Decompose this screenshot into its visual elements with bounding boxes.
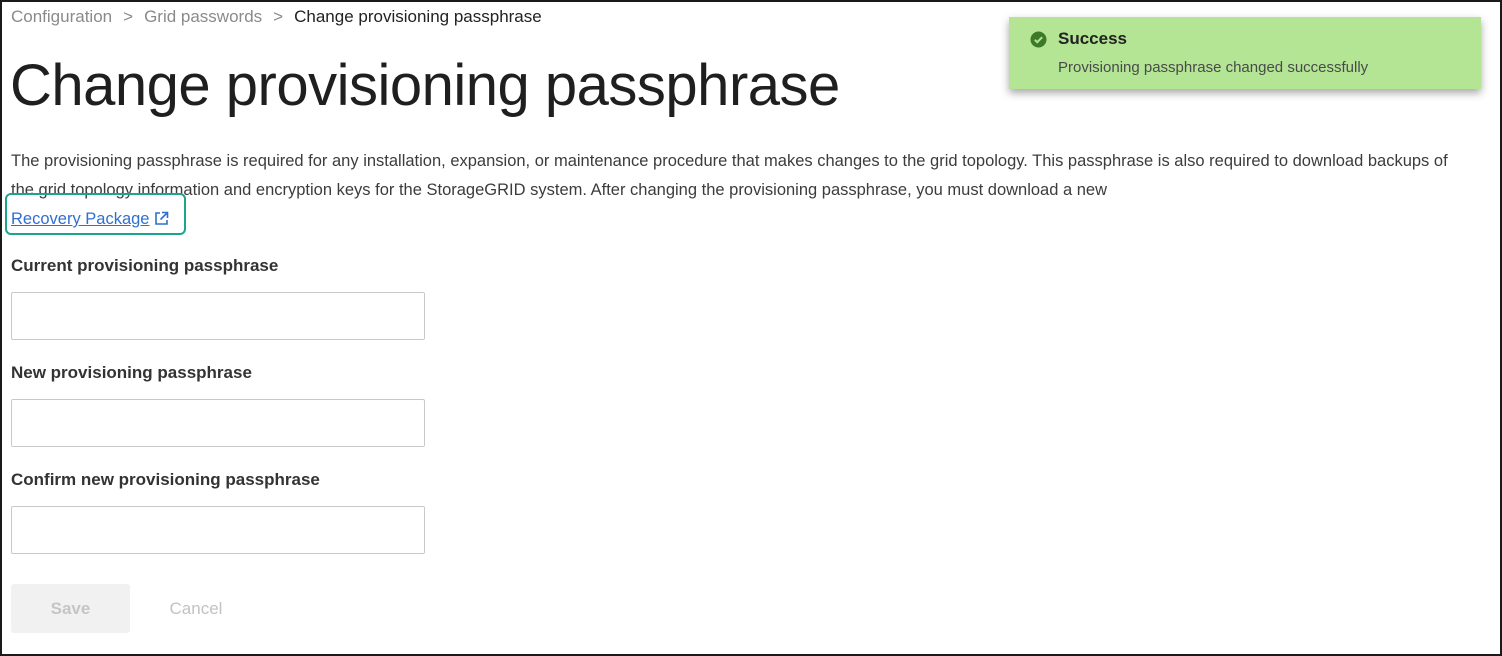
breadcrumb-separator: > — [273, 7, 284, 26]
page-title: Change provisioning passphrase — [10, 53, 840, 118]
confirm-passphrase-input[interactable] — [11, 506, 425, 554]
new-passphrase-input[interactable] — [11, 399, 425, 447]
breadcrumb-item-configuration[interactable]: Configuration — [11, 7, 112, 26]
save-button[interactable]: Save — [11, 584, 130, 633]
confirm-passphrase-label: Confirm new provisioning passphrase — [11, 470, 320, 489]
breadcrumb-current: Change provisioning passphrase — [294, 7, 542, 26]
description: The provisioning passphrase is required … — [11, 147, 1451, 236]
description-text: The provisioning passphrase is required … — [11, 152, 1448, 199]
breadcrumb-separator: > — [123, 7, 134, 26]
external-link-icon — [154, 207, 169, 236]
check-circle-icon — [1030, 31, 1047, 53]
breadcrumb-item-grid-passwords[interactable]: Grid passwords — [144, 7, 262, 26]
current-passphrase-label: Current provisioning passphrase — [11, 256, 279, 275]
toast-title: Success — [1058, 29, 1127, 48]
success-toast: Success Provisioning passphrase changed … — [1009, 17, 1481, 89]
toast-message: Provisioning passphrase changed successf… — [1058, 59, 1369, 76]
recovery-package-link[interactable]: Recovery Package — [11, 210, 169, 228]
breadcrumb: Configuration > Grid passwords > Change prov… — [11, 7, 542, 27]
current-passphrase-input[interactable] — [11, 292, 425, 340]
new-passphrase-label: New provisioning passphrase — [11, 363, 252, 382]
cancel-button[interactable]: Cancel — [150, 584, 242, 633]
recovery-package-link-label: Recovery Package — [11, 210, 150, 228]
